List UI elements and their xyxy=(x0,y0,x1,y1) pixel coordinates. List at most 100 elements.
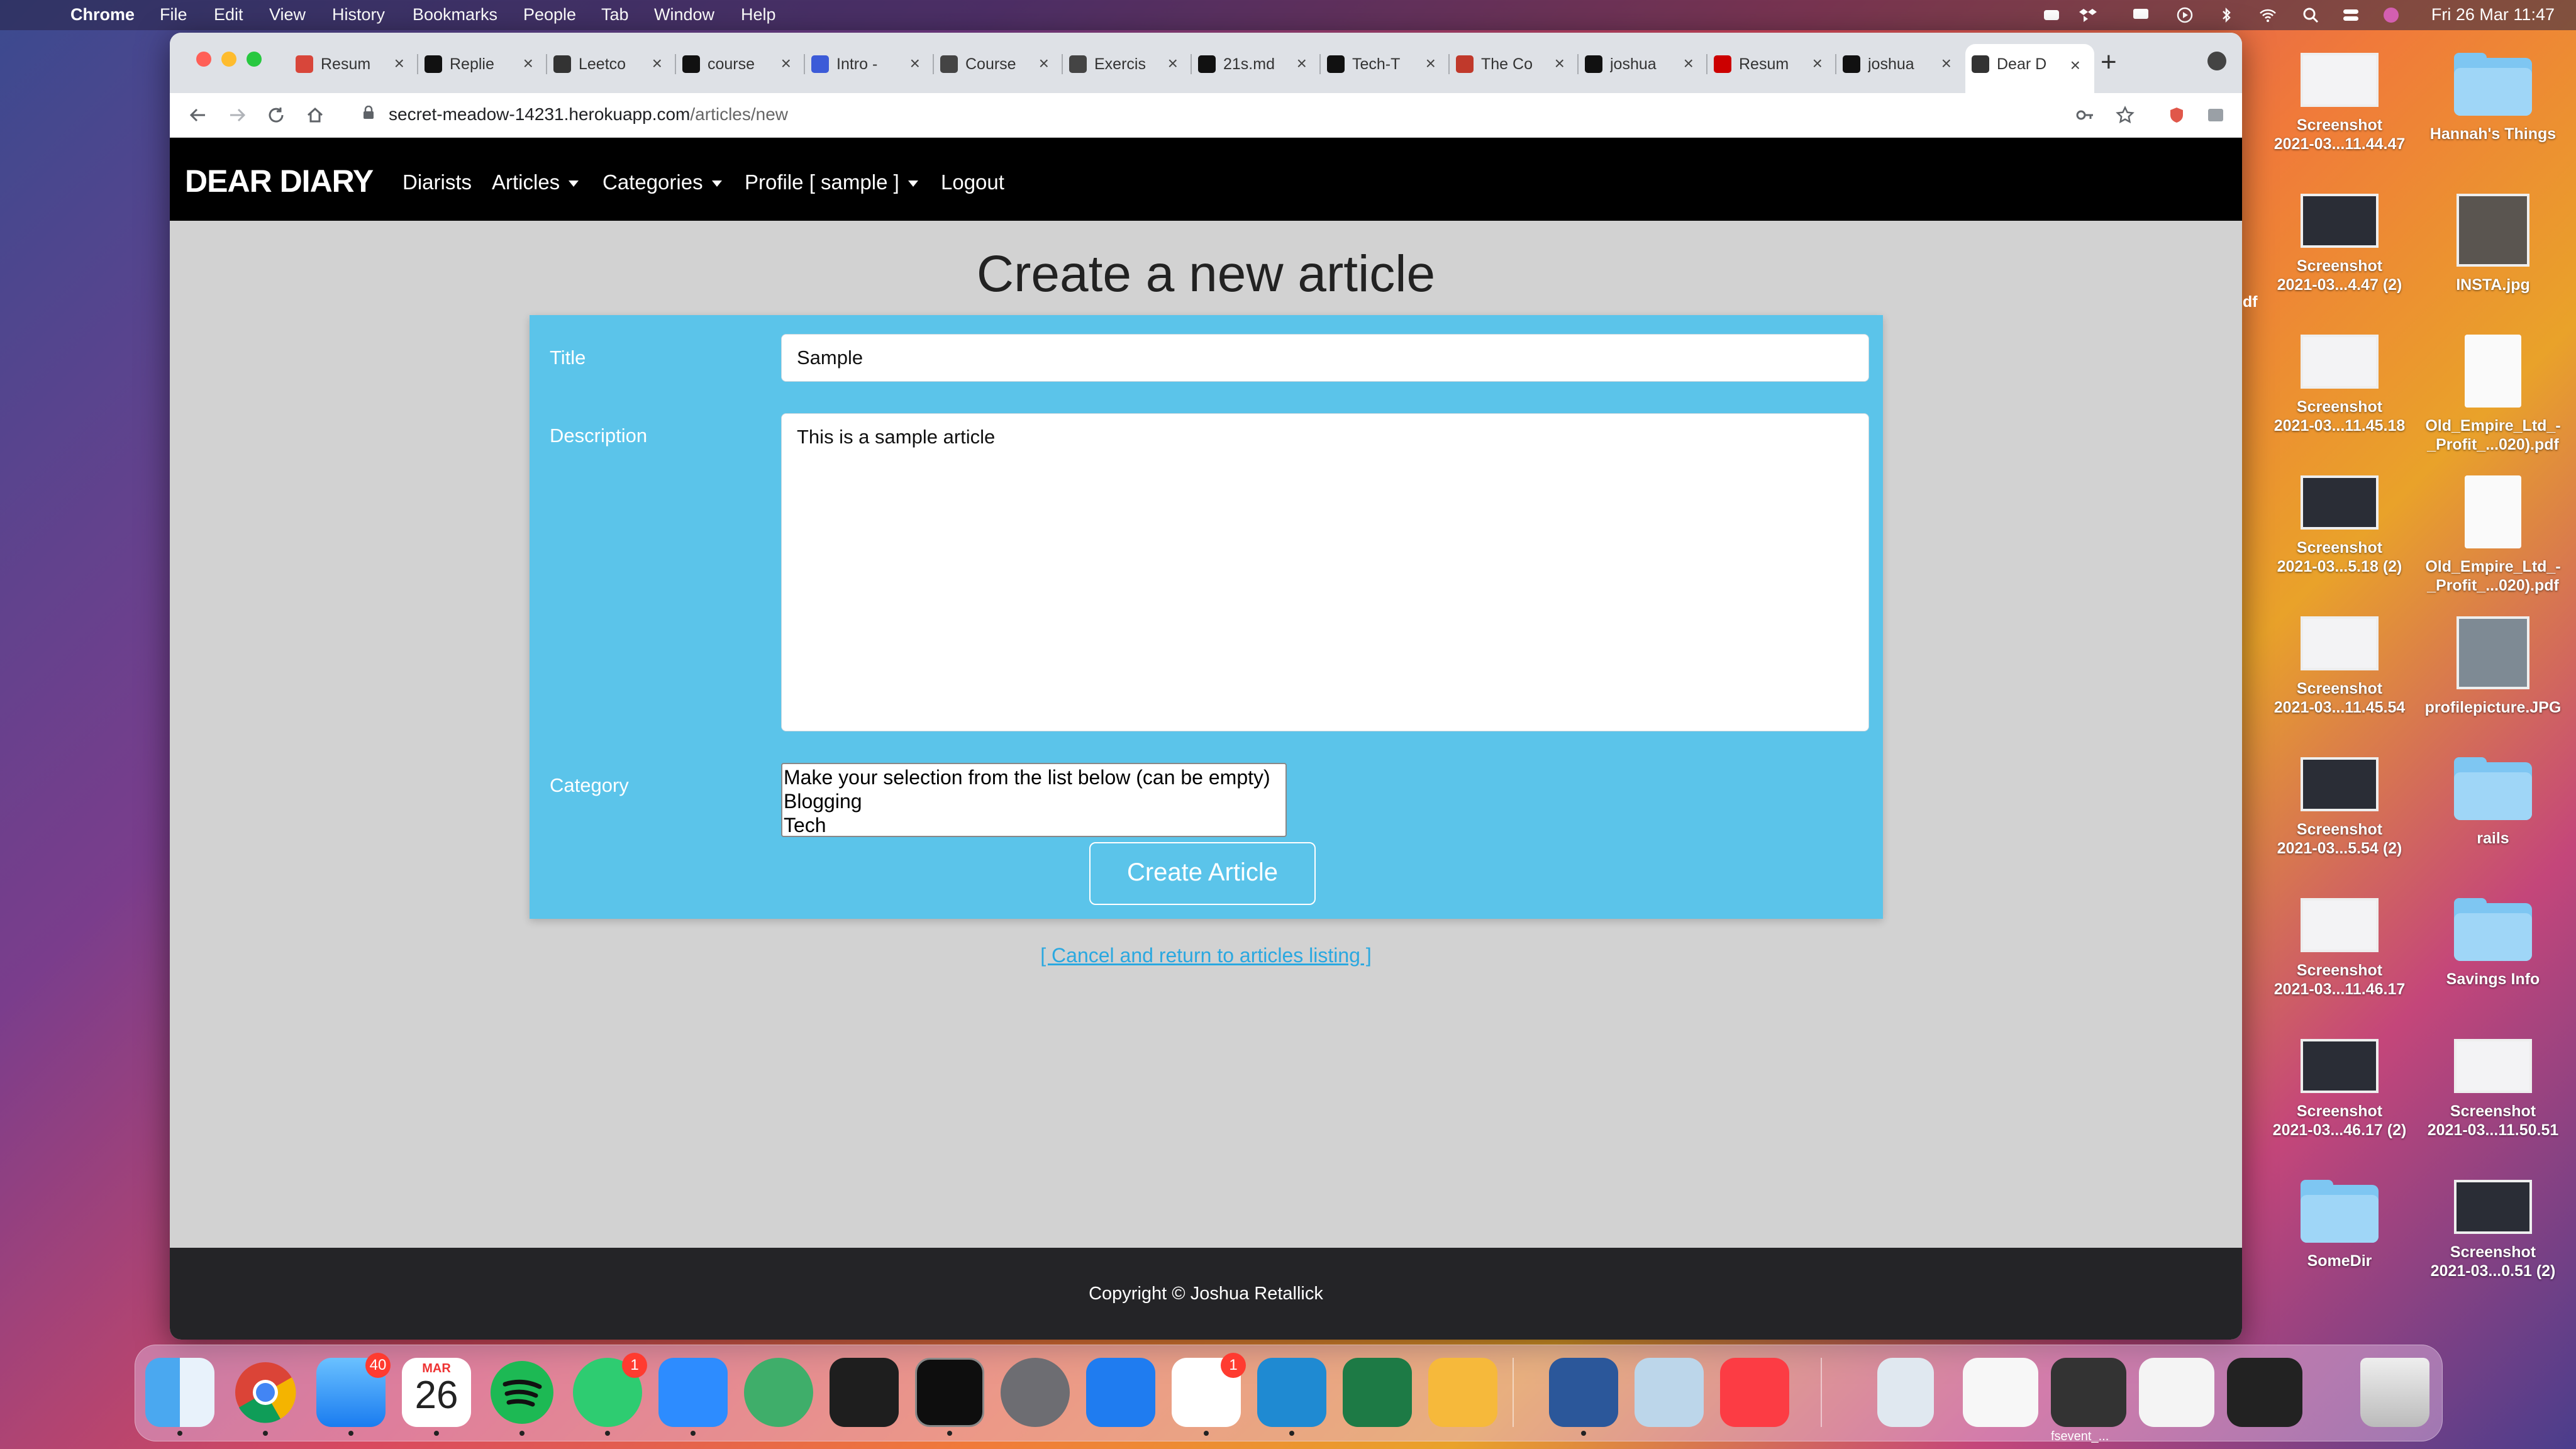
recent-window-thumb[interactable]: fsevent_... xyxy=(2051,1358,2126,1443)
dropbox-icon[interactable] xyxy=(2079,6,2097,24)
close-tab-icon[interactable]: × xyxy=(781,53,791,74)
category-option[interactable]: Tech xyxy=(784,813,1285,837)
slack-icon[interactable]: 1 xyxy=(1172,1353,1246,1427)
close-tab-icon[interactable]: × xyxy=(1684,53,1694,74)
forward-icon[interactable] xyxy=(228,106,247,125)
browser-tab[interactable]: Exercis × xyxy=(1063,48,1192,80)
xcode-icon[interactable] xyxy=(1086,1358,1155,1427)
desktop-icon[interactable]: profilepicture.JPG xyxy=(2418,616,2568,717)
atom-icon[interactable] xyxy=(744,1358,813,1427)
desktop-icon[interactable]: rails xyxy=(2418,757,2568,848)
close-tab-icon[interactable]: × xyxy=(1555,53,1565,74)
desktop-icon[interactable]: Old_Empire_Ltd_- _Profit_...020).pdf xyxy=(2418,475,2568,595)
nav-profile-dropdown[interactable]: Profile [ sample ] xyxy=(745,170,918,194)
browser-tab[interactable]: Course × xyxy=(934,48,1063,80)
menu-window[interactable]: Window xyxy=(654,5,714,25)
vscode-icon[interactable] xyxy=(1257,1358,1326,1427)
recent-window-thumb[interactable] xyxy=(2227,1358,2302,1427)
nav-categories-dropdown[interactable]: Categories xyxy=(602,170,722,194)
desktop-icon[interactable]: Screenshot 2021-03...4.47 (2) xyxy=(2264,194,2415,294)
menu-app-chrome[interactable]: Chrome xyxy=(70,5,135,25)
desktop-icon[interactable]: INSTA.jpg xyxy=(2418,194,2568,294)
url-text[interactable]: secret-meadow-14231.herokuapp.com/articl… xyxy=(389,104,788,125)
browser-tab[interactable]: Dear D × xyxy=(1965,44,2094,93)
menu-help[interactable]: Help xyxy=(741,5,776,25)
close-tab-icon[interactable]: × xyxy=(652,53,662,74)
bluetooth-icon[interactable] xyxy=(2218,6,2235,24)
menu-view[interactable]: View xyxy=(269,5,306,25)
close-tab-icon[interactable]: × xyxy=(910,53,920,74)
iterm-icon[interactable] xyxy=(830,1358,899,1427)
close-tab-icon[interactable]: × xyxy=(1426,53,1436,74)
browser-tab[interactable]: 21s.md × xyxy=(1192,48,1321,80)
trash-icon[interactable] xyxy=(2360,1358,2429,1427)
browser-tab[interactable]: course × xyxy=(676,48,805,80)
menu-people[interactable]: People xyxy=(523,5,576,25)
reload-icon[interactable] xyxy=(267,106,286,125)
browser-tab[interactable]: joshua × xyxy=(1836,48,1965,80)
close-window-button[interactable] xyxy=(196,52,211,67)
desktop-icon[interactable]: Screenshot 2021-03...11.45.54 xyxy=(2264,616,2415,717)
zoom-status-icon[interactable] xyxy=(2043,6,2060,24)
title-input[interactable] xyxy=(781,334,1869,382)
system-preferences-icon[interactable] xyxy=(1001,1358,1070,1427)
nav-articles-dropdown[interactable]: Articles xyxy=(492,170,579,194)
close-tab-icon[interactable]: × xyxy=(1297,53,1307,74)
whatsapp-icon[interactable]: 1 xyxy=(573,1353,647,1427)
zoom-icon[interactable] xyxy=(658,1358,728,1427)
play-status-icon[interactable] xyxy=(2176,6,2194,24)
control-center-icon[interactable] xyxy=(2342,6,2360,24)
desktop-icon[interactable]: Savings Info xyxy=(2418,898,2568,989)
category-option[interactable]: Blogging xyxy=(784,789,1285,813)
browser-tab[interactable]: Leetco × xyxy=(547,48,676,80)
description-textarea[interactable]: This is a sample article xyxy=(781,413,1869,731)
desktop-icon[interactable]: Screenshot 2021-03...11.44.47 xyxy=(2264,53,2415,153)
desktop-icon[interactable]: SomeDir xyxy=(2264,1180,2415,1270)
close-tab-icon[interactable]: × xyxy=(1039,53,1049,74)
nav-logout[interactable]: Logout xyxy=(941,170,1004,194)
music-icon[interactable] xyxy=(1720,1358,1789,1427)
siri-icon[interactable] xyxy=(2382,6,2400,24)
messages-status-icon[interactable] xyxy=(2132,6,2150,24)
browser-tab[interactable]: The Co × xyxy=(1450,48,1579,80)
nav-diarists[interactable]: Diarists xyxy=(402,170,472,194)
spotlight-search-icon[interactable] xyxy=(2302,6,2319,24)
menubar-clock[interactable]: Fri 26 Mar 11:47 xyxy=(2431,5,2555,25)
desktop-icon[interactable]: Screenshot 2021-03...5.54 (2) xyxy=(2264,757,2415,858)
desktop-icon[interactable]: Screenshot 2021-03...11.50.51 xyxy=(2418,1039,2568,1140)
cancel-link[interactable]: [ Cancel and return to articles listing … xyxy=(170,944,2242,967)
desktop-icon[interactable]: Screenshot 2021-03...11.45.18 xyxy=(2264,335,2415,435)
recent-window-thumb[interactable] xyxy=(1963,1358,2038,1427)
browser-tab[interactable]: Tech-T × xyxy=(1321,48,1450,80)
spotify-icon[interactable] xyxy=(487,1358,557,1427)
close-tab-icon[interactable]: × xyxy=(1941,53,1951,74)
desktop-icon[interactable]: Screenshot 2021-03...5.18 (2) xyxy=(2264,475,2415,576)
finder-icon[interactable] xyxy=(145,1358,214,1427)
extension-shield-icon[interactable] xyxy=(2167,106,2186,125)
close-tab-icon[interactable]: × xyxy=(394,53,404,74)
calendar-icon[interactable]: MAR 26 xyxy=(402,1358,471,1427)
browser-tab[interactable]: Resum × xyxy=(289,48,418,80)
desktop-icon[interactable]: Screenshot 2021-03...46.17 (2) xyxy=(2264,1039,2415,1140)
desktop-icon[interactable]: Screenshot 2021-03...11.46.17 xyxy=(2264,898,2415,999)
menu-bookmarks[interactable]: Bookmarks xyxy=(413,5,497,25)
maximize-window-button[interactable] xyxy=(247,52,262,67)
wifi-icon[interactable] xyxy=(2259,6,2277,24)
browser-tab[interactable]: Intro - × xyxy=(805,48,934,80)
address-bar[interactable]: secret-meadow-14231.herokuapp.com/articl… xyxy=(348,98,2109,131)
close-tab-icon[interactable]: × xyxy=(523,53,533,74)
excel-icon[interactable] xyxy=(1343,1358,1412,1427)
bookmark-star-icon[interactable] xyxy=(2116,106,2135,125)
menu-tab[interactable]: Tab xyxy=(601,5,629,25)
extension-code-icon[interactable] xyxy=(2206,106,2225,125)
word-icon[interactable] xyxy=(1549,1358,1618,1427)
desktop-icon[interactable]: Old_Empire_Ltd_- _Profit_...020).pdf xyxy=(2418,335,2568,454)
new-tab-button[interactable]: + xyxy=(2101,47,2117,78)
mail-icon[interactable]: 40 xyxy=(316,1353,391,1427)
preview-icon[interactable] xyxy=(1635,1358,1704,1427)
menu-file[interactable]: File xyxy=(160,5,187,25)
browser-tab[interactable]: Replie × xyxy=(418,48,547,80)
browser-tab[interactable]: Resum × xyxy=(1707,48,1836,80)
browser-tab[interactable]: joshua × xyxy=(1579,48,1707,80)
key-icon[interactable] xyxy=(2075,106,2094,125)
